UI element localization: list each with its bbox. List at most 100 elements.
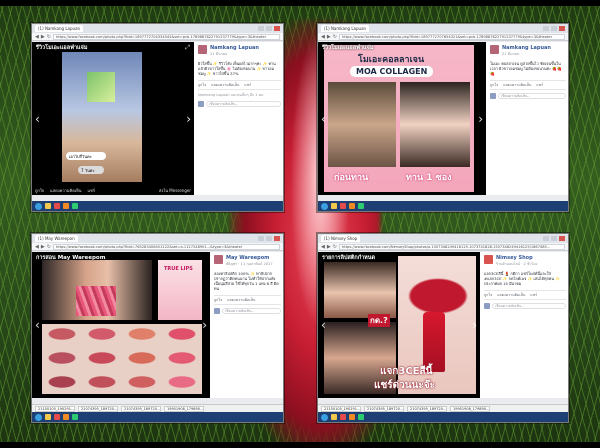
window-controls[interactable] <box>258 26 280 31</box>
close-icon[interactable] <box>559 236 565 241</box>
url-field[interactable]: https://www.facebook.com/photo.php?fbid=… <box>52 243 280 250</box>
comment-button[interactable]: แสดงความคิดเห็น <box>503 82 531 88</box>
like-button[interactable]: ถูกใจ <box>490 82 498 88</box>
share-action[interactable]: แชร์ <box>88 186 95 195</box>
download-item[interactable]: 21074395_189720...jpg <box>78 405 118 412</box>
expand-icon[interactable]: ⤢ <box>185 44 190 52</box>
browser-window-2[interactable]: (1) Namkang Lapuan ◀ ▶ ↻ https://www.fac… <box>317 23 569 212</box>
start-icon[interactable] <box>321 413 328 421</box>
browser-tab[interactable]: (1) Nimsey Shop <box>321 235 361 242</box>
minimize-icon[interactable] <box>543 236 549 241</box>
url-field[interactable]: https://www.facebook.com/NimseyShop/phot… <box>338 243 565 250</box>
start-icon[interactable] <box>321 202 328 210</box>
previous-photo-icon[interactable]: ‹ <box>35 318 40 332</box>
firefox-icon[interactable] <box>63 414 69 420</box>
photo-viewer[interactable]: เอาไปกี่วันคะ 7 วันค่ะ รีวิวโมเอะแอลฟ่าแ… <box>32 42 194 195</box>
download-item[interactable]: 21150105_190291...jpg <box>35 405 75 412</box>
post-time[interactable]: พัธ์ภูพร · 11 กุมภาพันธ์ 2017 <box>226 261 273 267</box>
comment-button[interactable]: แสดงความคิดเห็น <box>497 292 525 298</box>
reload-icon[interactable]: ↻ <box>333 244 337 250</box>
download-item[interactable]: 19951908_179890...jpg <box>450 405 490 412</box>
browser-tab[interactable]: (1) Namkang Lapuan <box>321 25 370 32</box>
start-icon[interactable] <box>35 202 42 210</box>
download-item[interactable]: 21150105_190291...jpg <box>321 405 361 412</box>
close-icon[interactable] <box>559 26 565 31</box>
maximize-icon[interactable] <box>266 236 272 241</box>
comment-action[interactable]: แสดงความคิดเห็น <box>50 186 81 195</box>
line-icon[interactable] <box>358 203 364 209</box>
download-item[interactable]: 21074395_189720...jpg <box>407 405 447 412</box>
back-icon[interactable]: ◀ <box>321 244 325 250</box>
next-photo-icon[interactable]: › <box>478 112 483 126</box>
comment-button[interactable]: แสดงความคิดเห็น <box>211 82 239 88</box>
line-icon[interactable] <box>358 414 364 420</box>
photo-viewer[interactable]: กด.? แจก3CEสีนี้ แชร์ด่วนนะจ๊ะ รายการลิป… <box>318 252 480 398</box>
chrome-icon[interactable] <box>340 414 346 420</box>
reload-icon[interactable]: ↻ <box>333 34 337 40</box>
like-button[interactable]: ถูกใจ <box>214 297 222 303</box>
next-photo-icon[interactable]: › <box>202 318 207 332</box>
browser-tab[interactable]: (1) Namkang Lapuan <box>35 25 84 32</box>
back-icon[interactable]: ◀ <box>321 34 325 40</box>
chrome-icon[interactable] <box>54 414 60 420</box>
url-field[interactable]: https://www.facebook.com/photo.php?fbid=… <box>338 33 565 40</box>
comment-input[interactable]: เขียนความคิดเห็น... <box>492 303 566 309</box>
previous-photo-icon[interactable]: ‹ <box>321 112 326 126</box>
like-action[interactable]: ถูกใจ <box>35 186 44 195</box>
window-controls[interactable] <box>543 26 565 31</box>
start-icon[interactable] <box>35 413 42 421</box>
avatar[interactable] <box>198 45 207 54</box>
chrome-icon[interactable] <box>54 203 60 209</box>
post-time[interactable]: ร้านค้าออนไลน์ · 2 ชั่วโมง <box>496 261 537 267</box>
firefox-icon[interactable] <box>349 414 355 420</box>
download-item[interactable]: 21074395_189720...jpg <box>364 405 404 412</box>
browser-window-4[interactable]: (1) Nimsey Shop ◀ ▶ ↻ https://www.facebo… <box>317 233 569 423</box>
reload-icon[interactable]: ↻ <box>47 244 51 250</box>
share-button[interactable]: แชร์ <box>244 82 251 88</box>
maximize-icon[interactable] <box>551 236 557 241</box>
photo-viewer[interactable]: TRUE LIPS การสอน May Wareepom ‹ › <box>32 252 210 398</box>
post-time[interactable]: 21 มีนาคม · <box>502 51 551 57</box>
window-controls[interactable] <box>543 236 565 241</box>
explorer-icon[interactable] <box>45 203 51 209</box>
previous-photo-icon[interactable]: ‹ <box>321 318 326 332</box>
avatar[interactable] <box>214 255 223 264</box>
maximize-icon[interactable] <box>551 26 557 31</box>
reload-icon[interactable]: ↻ <box>47 34 51 40</box>
send-messenger-action[interactable]: ส่งใน Messenger <box>159 186 191 195</box>
line-icon[interactable] <box>72 414 78 420</box>
like-button[interactable]: ถูกใจ <box>484 292 492 298</box>
comment-input[interactable]: เขียนความคิดเห็น... <box>498 93 566 99</box>
maximize-icon[interactable] <box>266 26 272 31</box>
comment-button[interactable]: แสดงความคิดเห็น <box>227 297 255 303</box>
url-field[interactable]: https://www.facebook.com/photo.php?fbid=… <box>52 33 280 40</box>
post-time[interactable]: 21 มีนาคม · <box>210 51 259 57</box>
close-icon[interactable] <box>274 26 280 31</box>
avatar[interactable] <box>484 255 493 264</box>
minimize-icon[interactable] <box>258 236 264 241</box>
forward-icon[interactable]: ▶ <box>41 34 45 40</box>
chrome-icon[interactable] <box>340 203 346 209</box>
next-photo-icon[interactable]: › <box>186 112 191 126</box>
likes-summary[interactable]: Namkang Lapuan และคนอื่นๆ อีก 1 คน <box>198 92 281 98</box>
firefox-icon[interactable] <box>349 203 355 209</box>
download-item[interactable]: 19951908_179890...jpg <box>164 405 204 412</box>
forward-icon[interactable]: ▶ <box>327 34 331 40</box>
avatar[interactable] <box>490 45 499 54</box>
browser-window-1[interactable]: (1) Namkang Lapuan ◀ ▶ ↻ https://www.fac… <box>31 23 284 212</box>
explorer-icon[interactable] <box>331 414 337 420</box>
comment-input[interactable]: เขียนความคิดเห็น... <box>206 101 281 107</box>
share-button[interactable]: แชร์ <box>536 82 543 88</box>
minimize-icon[interactable] <box>543 26 549 31</box>
forward-icon[interactable]: ▶ <box>327 244 331 250</box>
explorer-icon[interactable] <box>45 414 51 420</box>
close-icon[interactable] <box>274 236 280 241</box>
previous-photo-icon[interactable]: ‹ <box>35 112 40 126</box>
share-button[interactable]: แชร์ <box>530 292 537 298</box>
browser-tab[interactable]: (1) May Wareepon <box>35 235 78 242</box>
like-button[interactable]: ถูกใจ <box>198 82 206 88</box>
photo-viewer[interactable]: โมเอะคอลลาเจน MOA COLLAGEN ก่อนทาน ทาน 1… <box>318 42 486 195</box>
firefox-icon[interactable] <box>63 203 69 209</box>
minimize-icon[interactable] <box>258 26 264 31</box>
comment-input[interactable]: เขียนความคิดเห็น... <box>222 308 281 314</box>
